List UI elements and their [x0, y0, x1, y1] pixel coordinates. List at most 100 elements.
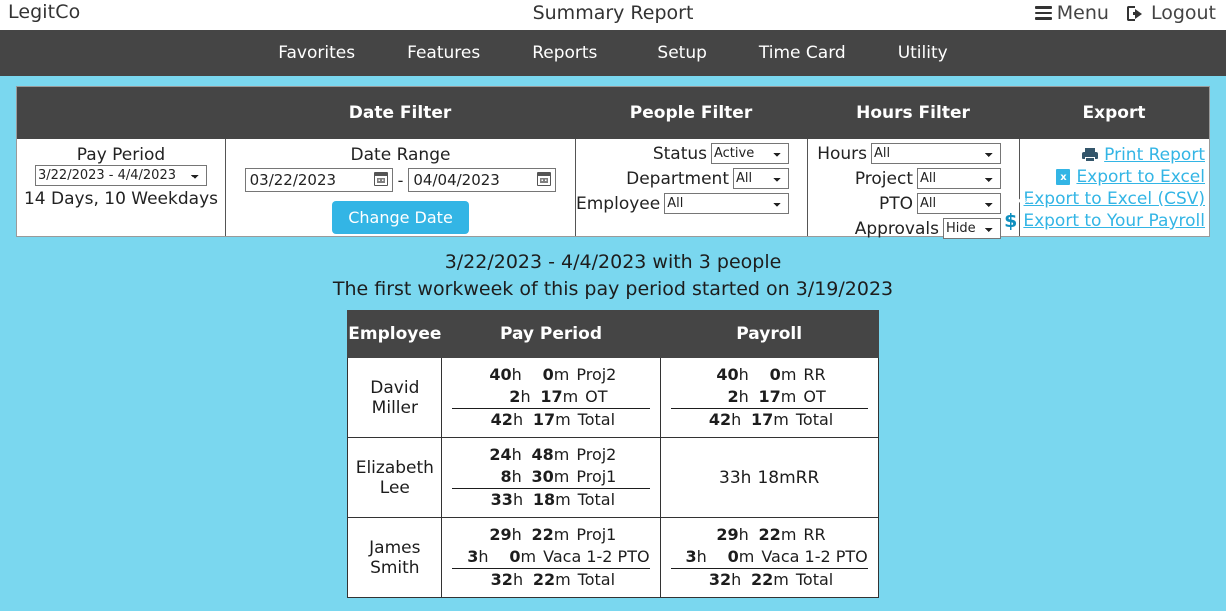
- export-section: Print Report x Export to Excel CSV Expor…: [1004, 139, 1209, 236]
- hours-value: 2: [727, 387, 739, 406]
- minutes-value: 0: [542, 365, 554, 384]
- hours-label: Total: [795, 570, 834, 589]
- pay-period-section: Pay Period 3/22/2023 - 4/4/2023 14 Days,…: [17, 139, 225, 236]
- top-bar: LegitCo Summary Report Menu Logout: [0, 0, 1226, 30]
- nav-item-reports[interactable]: Reports: [506, 43, 623, 63]
- hours-label: OT: [585, 387, 608, 406]
- minutes-value: 22: [531, 525, 554, 544]
- menu-button[interactable]: Menu: [1034, 2, 1109, 24]
- minutes-unit: m: [555, 490, 571, 509]
- minutes-value: 17: [758, 387, 781, 406]
- cell-payroll: 33 h 18 m RR: [659, 437, 879, 518]
- hours-label: RR: [795, 467, 820, 488]
- hours-unit: h: [512, 410, 524, 429]
- start-date-wrapper: [244, 168, 393, 192]
- excel-file-icon: x: [1056, 169, 1071, 185]
- employee-name: David Miller: [370, 377, 420, 418]
- minutes-unit: m: [553, 365, 570, 384]
- hours-lines: 40 h 0 m RR 2 h 17 m OT 42 h 17 m Total: [661, 358, 878, 437]
- approvals-select[interactable]: Hide: [943, 218, 1001, 239]
- hours-value: 8: [500, 467, 512, 486]
- filter-header-people: People Filter: [629, 103, 753, 123]
- hours-lines: 29 h 22 m Proj1 3 h 0 m Vaca 1-2 PTO 32 h 22 m Total: [442, 518, 659, 597]
- nav-item-utility[interactable]: Utility: [872, 43, 974, 63]
- hours-line: 29 h 22 m RR: [671, 524, 868, 546]
- minutes-value: 48: [531, 445, 554, 464]
- minutes-value: 22: [532, 570, 556, 589]
- project-select[interactable]: All: [917, 168, 1001, 189]
- hours-unit: h: [512, 570, 524, 589]
- table-row: David Miller 40 h 0 m Proj2 2 h 17 m OT 42 h 17 m Total…: [347, 357, 879, 438]
- top-right-actions: Menu Logout: [1034, 2, 1216, 24]
- minutes-value: 30: [531, 467, 554, 486]
- export-excel-link[interactable]: Export to Excel: [1076, 167, 1205, 187]
- hours-label: Total: [795, 410, 834, 429]
- date-range-separator: -: [397, 170, 404, 190]
- column-header-payroll: Payroll: [659, 310, 879, 358]
- print-report-row[interactable]: Print Report: [1020, 145, 1205, 165]
- hours-label: Total: [577, 490, 616, 509]
- summary-line-1: 3/22/2023 - 4/4/2023 with 3 people: [444, 251, 782, 273]
- minutes-unit: m: [553, 445, 570, 464]
- minutes-value: 18: [532, 490, 556, 509]
- nav-item-features[interactable]: Features: [381, 43, 506, 63]
- minutes-unit: m: [780, 525, 797, 544]
- hours-line: 32 h 22 m Total: [452, 569, 649, 591]
- export-csv-link[interactable]: Export to Excel (CSV): [1023, 189, 1205, 209]
- hours-value: 29: [716, 525, 739, 544]
- nav-item-time-card[interactable]: Time Card: [733, 43, 872, 63]
- hours-label: Total: [577, 570, 616, 589]
- people-filter-section: Status Active Department All Employee Al…: [575, 139, 807, 236]
- hours-label: Hours: [817, 143, 867, 164]
- hours-line: 2 h 17 m OT: [452, 386, 650, 409]
- change-date-button[interactable]: Change Date: [332, 201, 469, 234]
- export-payroll-link[interactable]: Export to Your Payroll: [1023, 211, 1205, 231]
- minutes-value: 0: [727, 547, 739, 566]
- table-row: Elizabeth Lee 24 h 48 m Proj2 8 h 30 m Proj1 33 h 18 m…: [347, 437, 879, 518]
- logout-button-label: Logout: [1150, 2, 1216, 24]
- hours-line: 42 h 17 m Total: [452, 409, 649, 431]
- end-date-input[interactable]: [408, 168, 557, 192]
- employee-select[interactable]: All: [664, 193, 789, 214]
- logout-button[interactable]: Logout: [1126, 2, 1216, 24]
- start-date-input[interactable]: [244, 168, 393, 192]
- pto-select[interactable]: All: [917, 193, 1001, 214]
- export-csv-row[interactable]: CSV Export to Excel (CSV): [1018, 189, 1205, 209]
- calendar-icon-end[interactable]: [537, 172, 552, 186]
- filter-header-export: Export: [1082, 103, 1146, 123]
- nav-item-setup[interactable]: Setup: [623, 43, 732, 63]
- hours-line: 2 h 17 m OT: [670, 386, 868, 409]
- hamburger-icon: [1034, 3, 1052, 23]
- hours-value: 3: [467, 547, 479, 566]
- hours-label: Proj2: [576, 445, 617, 464]
- hours-unit: h: [511, 445, 522, 464]
- department-select[interactable]: All: [733, 168, 789, 189]
- pay-period-select[interactable]: 3/22/2023 - 4/4/2023: [35, 165, 207, 186]
- export-excel-row[interactable]: x Export to Excel: [1020, 167, 1205, 187]
- hours-select[interactable]: All: [871, 143, 1001, 164]
- menu-button-label: Menu: [1056, 2, 1109, 24]
- minutes-unit: m: [779, 467, 796, 488]
- hours-unit: h: [511, 365, 522, 384]
- calendar-icon-start[interactable]: [373, 172, 388, 186]
- status-select[interactable]: Active: [711, 143, 789, 164]
- hours-unit: h: [512, 490, 524, 509]
- filter-panel: Date Filter People Filter Hours Filter E…: [16, 86, 1210, 239]
- print-report-link[interactable]: Print Report: [1104, 145, 1205, 165]
- export-payroll-row[interactable]: $ Export to Your Payroll: [1004, 211, 1205, 231]
- printer-icon: [1082, 148, 1099, 162]
- nav-item-favorites[interactable]: Favorites: [252, 43, 381, 63]
- hours-line: 42 h 17 m Total: [671, 409, 868, 431]
- approvals-label: Approvals: [854, 218, 939, 239]
- hours-line: 8 h 30 m Proj1: [452, 466, 650, 489]
- hours-value: 42: [490, 410, 513, 429]
- pay-period-note: 14 Days, 10 Weekdays: [23, 189, 218, 209]
- cell-pay-period: 40 h 0 m Proj2 2 h 17 m OT 42 h 17 m Total: [441, 357, 661, 438]
- minutes-unit: m: [738, 547, 755, 566]
- hours-label: Proj1: [576, 525, 617, 544]
- minutes-unit: m: [553, 525, 570, 544]
- employee-name: James Smith: [369, 537, 421, 578]
- hours-unit: h: [511, 525, 522, 544]
- hours-value: 32: [490, 570, 513, 589]
- cell-pay-period: 29 h 22 m Proj1 3 h 0 m Vaca 1-2 PTO 32 h 22 m Total: [441, 517, 661, 598]
